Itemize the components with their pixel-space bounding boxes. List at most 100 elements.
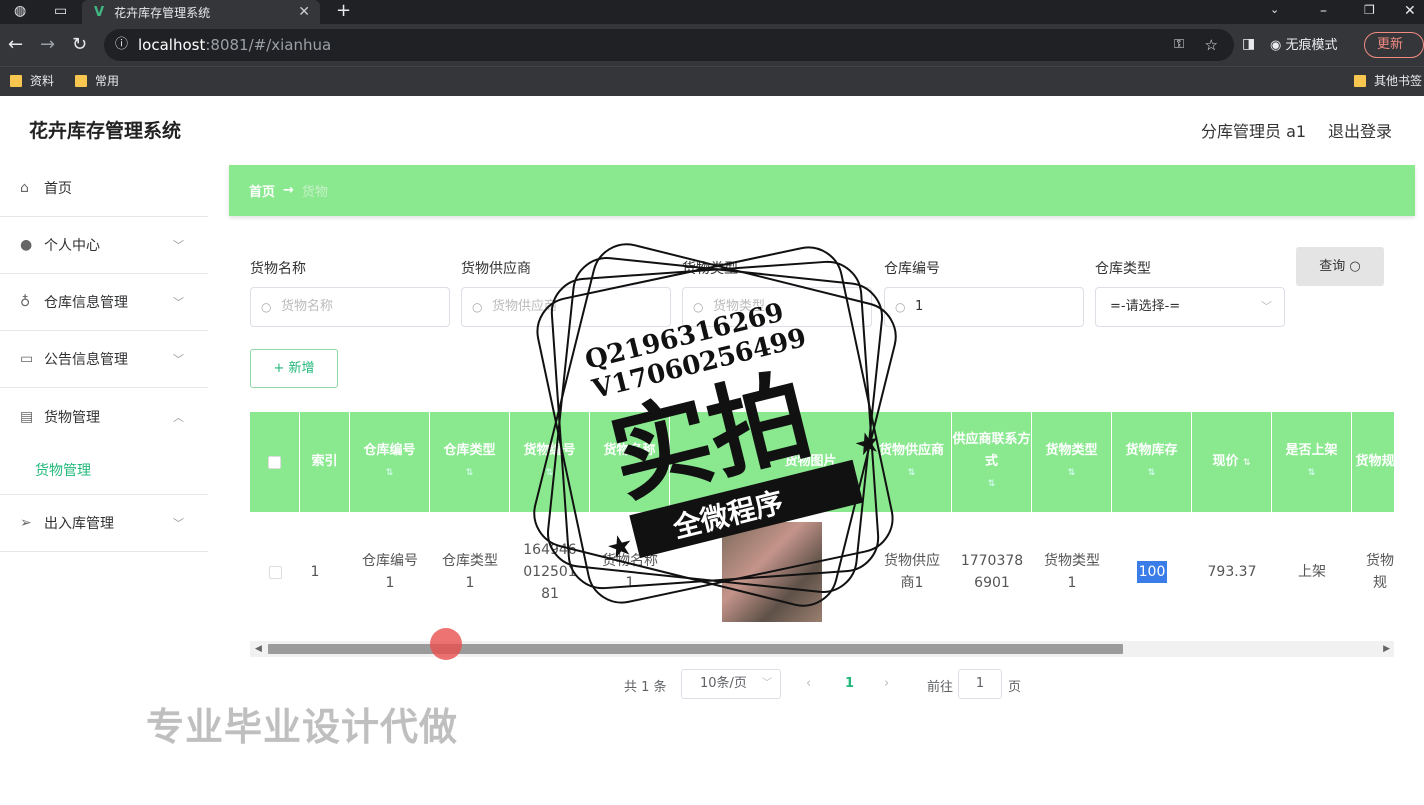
sidebar-item-inout[interactable]: ➢ 出入库管理 ﹀ bbox=[0, 495, 208, 552]
folder-icon bbox=[75, 74, 87, 87]
forward-icon[interactable]: → bbox=[40, 34, 55, 55]
checkbox[interactable] bbox=[268, 455, 281, 469]
globe-icon[interactable]: ◍ bbox=[14, 3, 26, 19]
reload-icon[interactable]: ↻ bbox=[72, 34, 87, 55]
chevron-down-icon[interactable]: ⌄ bbox=[1270, 3, 1279, 16]
cell-price: 793.37 bbox=[1207, 564, 1257, 580]
sort-icon[interactable]: ⇅ bbox=[1285, 462, 1337, 484]
page-number-current[interactable]: 1 bbox=[845, 676, 854, 691]
incognito-icon: ◉ bbox=[1270, 38, 1286, 53]
header-stock[interactable]: 货物库存 ⇅ bbox=[1112, 412, 1192, 512]
other-bookmarks[interactable]: 其他书签 bbox=[1354, 72, 1422, 89]
header-price[interactable]: 现价 ⇅ bbox=[1192, 412, 1272, 512]
window-icon[interactable]: ▭ bbox=[54, 3, 67, 19]
prev-page-icon[interactable]: ‹ bbox=[806, 676, 811, 691]
sort-icon[interactable]: ⇅ bbox=[443, 462, 495, 484]
cursor-highlight bbox=[430, 628, 462, 660]
header-label: 仓库类型 bbox=[443, 443, 496, 458]
header-label: 供应商联系方式 bbox=[952, 432, 1031, 469]
sort-icon[interactable]: ⇅ bbox=[952, 473, 1031, 495]
sort-icon[interactable]: ⇅ bbox=[1125, 462, 1177, 484]
goto-label: 前往 bbox=[927, 680, 954, 695]
back-icon[interactable]: ← bbox=[8, 34, 23, 55]
sort-icon[interactable]: ⇅ bbox=[1243, 458, 1251, 468]
sidebar-item-label: 仓库信息管理 bbox=[44, 295, 128, 311]
sidebar-item-warehouse[interactable]: ♁ 仓库信息管理 ﹀ bbox=[0, 274, 208, 331]
row-checkbox-cell[interactable] bbox=[250, 512, 300, 632]
sidebar: ⌂ 首页 ● 个人中心 ﹀ ♁ 仓库信息管理 ﹀ ▭ 公告信息管理 ﹀ ▤ 货物… bbox=[0, 160, 208, 552]
key-icon[interactable]: ⚿ bbox=[1174, 29, 1184, 61]
breadcrumb-arrow: → bbox=[283, 183, 294, 198]
sidebar-item-home[interactable]: ⌂ 首页 bbox=[0, 160, 208, 217]
sidebar-item-profile[interactable]: ● 个人中心 ﹀ bbox=[0, 217, 208, 274]
bookmark-label: 其他书签 bbox=[1374, 74, 1423, 88]
bookmark-label: 常用 bbox=[95, 74, 120, 88]
sidebar-toggle-icon[interactable]: ◨ bbox=[1242, 36, 1255, 52]
header-wh-type[interactable]: 仓库类型 ⇅ bbox=[430, 412, 510, 512]
close-window-icon[interactable]: ✕ bbox=[1404, 3, 1416, 19]
search-button-label: 查询 bbox=[1319, 259, 1346, 274]
sidebar-item-goods[interactable]: ▤ 货物管理 ︿ bbox=[0, 388, 208, 445]
minimize-icon[interactable]: – bbox=[1320, 3, 1327, 19]
header-goods-type[interactable]: 货物类型 ⇅ bbox=[1032, 412, 1112, 512]
header-contact[interactable]: 供应商联系方式 ⇅ bbox=[952, 412, 1032, 512]
update-button[interactable]: 更新 bbox=[1364, 32, 1424, 58]
logout-button[interactable]: 退出登录 bbox=[1328, 118, 1392, 142]
header-spec: 货物规格 bbox=[1352, 412, 1394, 512]
incognito-indicator[interactable]: ◉ 无痕模式 bbox=[1270, 34, 1338, 53]
cell-contact: 17703786901 bbox=[960, 553, 1024, 591]
warehouse-type-value: =-请选择-= bbox=[1110, 299, 1181, 314]
bookmarks-bar: 资料 常用 其他书签 bbox=[0, 66, 1424, 96]
goto-page-input[interactable]: 1 bbox=[958, 669, 1002, 699]
scroll-right-icon[interactable]: ▶ bbox=[1383, 641, 1390, 657]
header-index: 索引 bbox=[300, 412, 350, 512]
url-field[interactable]: ⓘ localhost:8081/#/xianhua ⚿ ☆ bbox=[104, 29, 1234, 61]
scrollbar-thumb[interactable] bbox=[268, 644, 1123, 654]
bookmark-folder-changyong[interactable]: 常用 bbox=[75, 72, 119, 89]
chevron-down-icon: ﹀ bbox=[173, 239, 184, 252]
goods-name-input[interactable]: ○ 货物名称 bbox=[250, 287, 450, 327]
header-wh-no[interactable]: 仓库编号 ⇅ bbox=[350, 412, 430, 512]
sidebar-item-label: 首页 bbox=[44, 181, 72, 197]
cell-spec: 货物规 bbox=[1366, 553, 1394, 591]
add-button-label: 新增 bbox=[288, 361, 315, 376]
chevron-down-icon: ﹀ bbox=[1261, 300, 1272, 313]
checkbox[interactable] bbox=[268, 565, 282, 579]
plus-icon: + bbox=[273, 361, 289, 376]
address-bar-row: ← → ↻ ⓘ localhost:8081/#/xianhua ⚿ ☆ ◨ ◉… bbox=[0, 24, 1424, 66]
cell-wh-type: 仓库类型1 bbox=[442, 553, 498, 591]
scroll-left-icon[interactable]: ◀ bbox=[255, 641, 262, 657]
breadcrumb-current: 货物 bbox=[301, 185, 328, 200]
info-icon[interactable]: ⓘ bbox=[115, 29, 128, 61]
sidebar-item-notice[interactable]: ▭ 公告信息管理 ﹀ bbox=[0, 331, 208, 388]
header-checkbox[interactable] bbox=[250, 412, 300, 512]
tab-title: 花卉库存管理系统 bbox=[114, 5, 211, 20]
new-tab-icon[interactable]: + bbox=[336, 0, 351, 21]
restore-icon[interactable]: ❐ bbox=[1364, 3, 1375, 17]
add-button[interactable]: + 新增 bbox=[250, 349, 338, 388]
next-page-icon[interactable]: › bbox=[884, 676, 889, 691]
search-button[interactable]: 查询 ○ bbox=[1296, 247, 1384, 286]
page-size-select[interactable]: 10条/页 ﹀ bbox=[681, 669, 781, 699]
warehouse-type-select[interactable]: =-请选择-= ﹀ bbox=[1095, 287, 1285, 327]
star-icon[interactable]: ☆ bbox=[1205, 29, 1218, 61]
bookmark-folder-ziliao[interactable]: 资料 bbox=[10, 72, 54, 89]
table-horizontal-scrollbar[interactable]: ◀ ▶ bbox=[250, 641, 1394, 657]
cell-wh-no: 仓库编号1 bbox=[362, 553, 418, 591]
filter-name-label: 货物名称 bbox=[250, 261, 306, 277]
submenu-goods-manage[interactable]: 货物管理 bbox=[0, 445, 208, 495]
close-tab-icon[interactable]: ✕ bbox=[298, 4, 310, 20]
url-host: localhost bbox=[138, 36, 206, 54]
sort-icon[interactable]: ⇅ bbox=[363, 462, 415, 484]
app-title: 花卉库存管理系统 bbox=[29, 120, 182, 142]
breadcrumb-home[interactable]: 首页 bbox=[249, 181, 275, 200]
sidebar-item-label: 个人中心 bbox=[44, 238, 100, 254]
home-icon: ⌂ bbox=[20, 180, 29, 196]
warehouse-no-input[interactable]: ○ 1 bbox=[884, 287, 1084, 327]
bookmark-label: 资料 bbox=[30, 74, 55, 88]
header-on-shelf[interactable]: 是否上架 ⇅ bbox=[1272, 412, 1352, 512]
folder-icon bbox=[1354, 74, 1366, 87]
sort-icon[interactable]: ⇅ bbox=[1045, 462, 1097, 484]
browser-tab[interactable]: V 花卉库存管理系统 ✕ bbox=[82, 0, 320, 24]
cell-goods-type: 货物类型1 bbox=[1044, 553, 1100, 591]
